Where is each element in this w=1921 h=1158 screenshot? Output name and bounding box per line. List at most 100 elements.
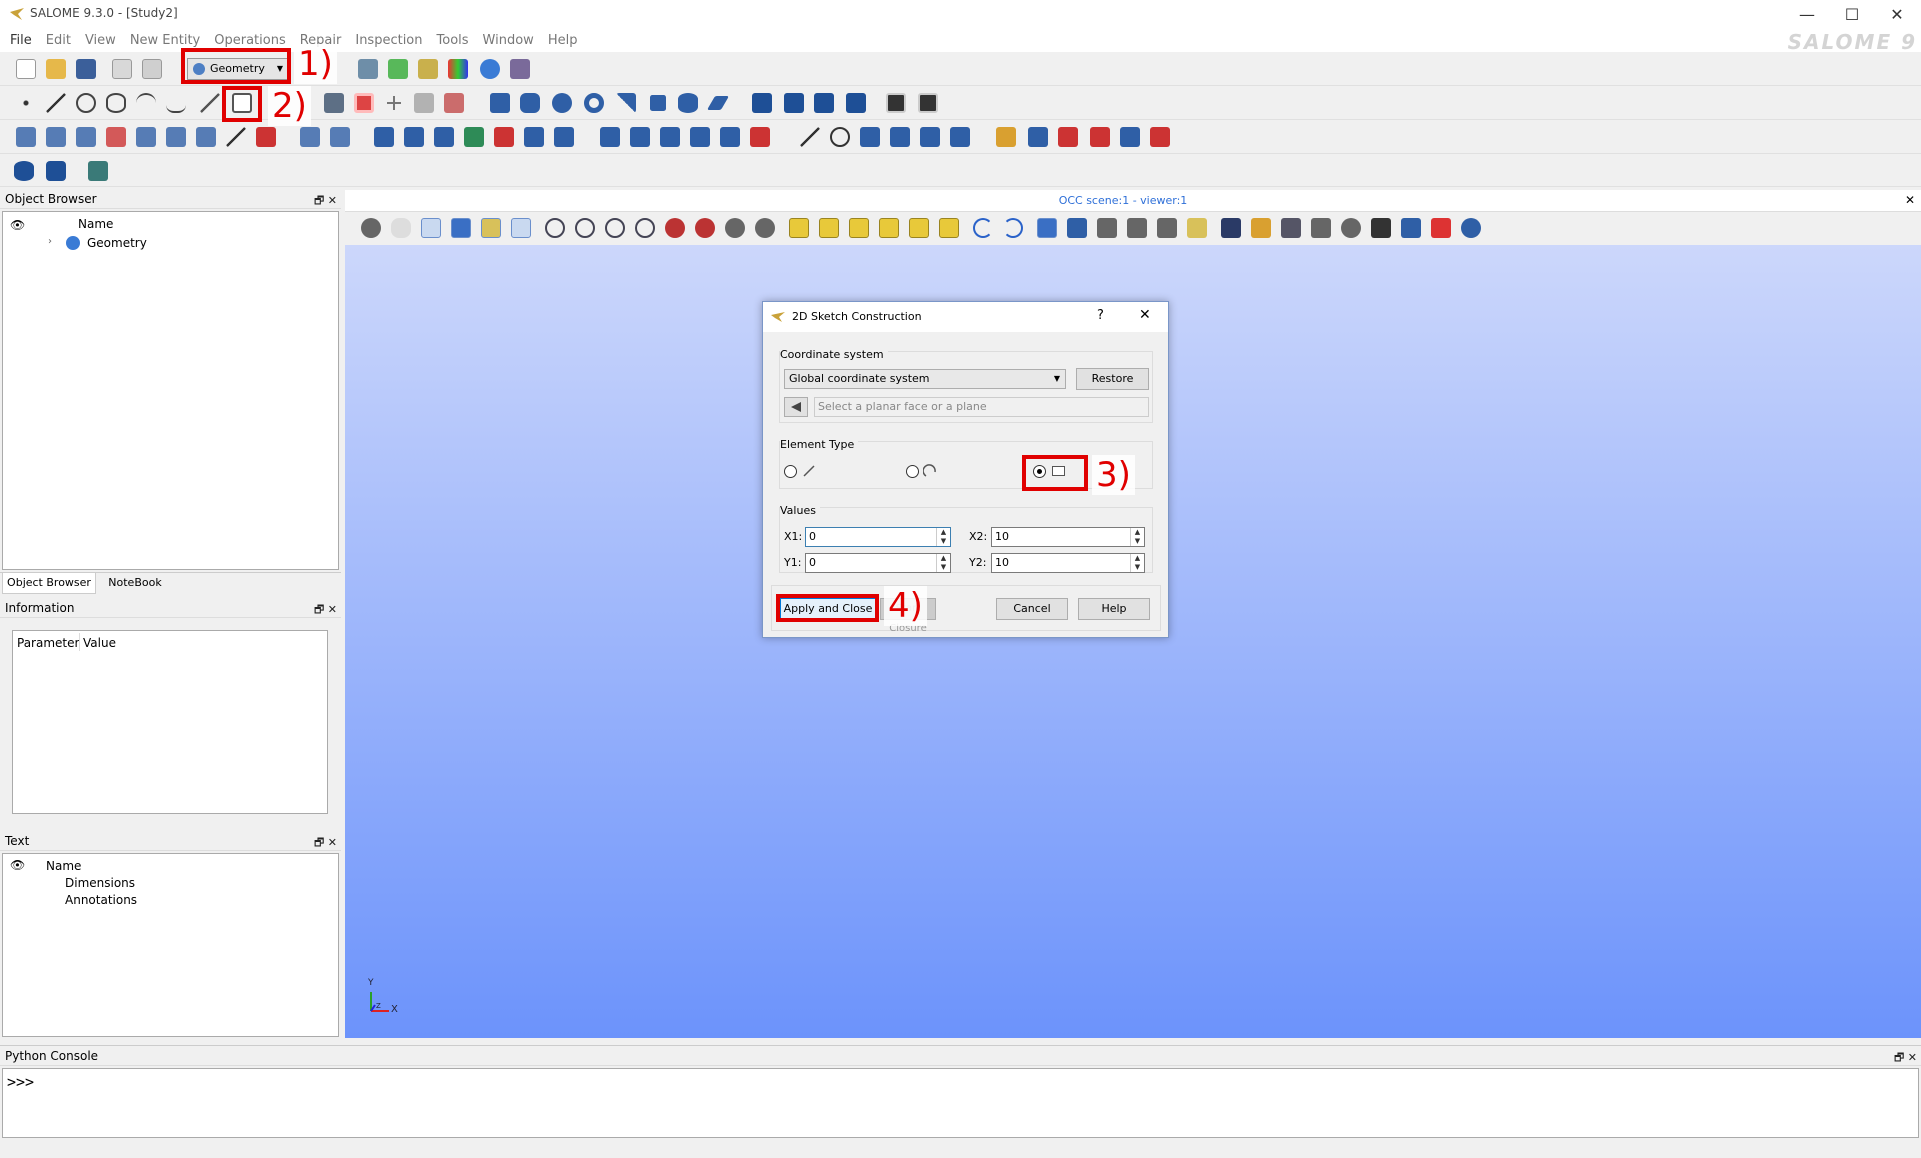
- fit-all-icon[interactable]: [545, 218, 565, 238]
- restore-button[interactable]: Restore: [1076, 368, 1149, 390]
- new-document-icon[interactable]: [16, 59, 36, 79]
- viewer-close-icon[interactable]: ✕: [1905, 193, 1915, 207]
- global-pan-icon[interactable]: [695, 218, 715, 238]
- rotate-ccw-icon[interactable]: [973, 218, 993, 238]
- pointer-select-icon[interactable]: [451, 218, 471, 238]
- disk-icon[interactable]: [678, 93, 698, 113]
- wire-build-icon[interactable]: [830, 127, 850, 147]
- front-view-icon[interactable]: [789, 218, 809, 238]
- clipping-icon[interactable]: [1127, 218, 1147, 238]
- shading-icon[interactable]: [1067, 218, 1087, 238]
- y2-input[interactable]: 10 ▲ ▼: [991, 553, 1145, 573]
- pipe-icon[interactable]: [106, 127, 126, 147]
- open-folder-icon[interactable]: [46, 59, 66, 79]
- line-icon[interactable]: [46, 93, 66, 113]
- clone-view-icon[interactable]: [1097, 218, 1117, 238]
- module-yacs-icon[interactable]: [418, 59, 438, 79]
- shape-recognition-icon[interactable]: [88, 161, 108, 181]
- cut-icon[interactable]: [814, 93, 834, 113]
- shell-build-icon[interactable]: [890, 127, 910, 147]
- paste-icon[interactable]: [142, 59, 162, 79]
- thickness-icon[interactable]: [136, 127, 156, 147]
- vector-icon[interactable]: [200, 93, 220, 113]
- tree-item-dimensions[interactable]: Dimensions: [65, 876, 135, 890]
- bottom-view-icon[interactable]: [879, 218, 899, 238]
- solid-icon[interactable]: [196, 127, 216, 147]
- measure-icon[interactable]: [996, 127, 1016, 147]
- pan-icon[interactable]: [665, 218, 685, 238]
- ellipse-icon[interactable]: [106, 93, 126, 113]
- copy-icon[interactable]: [112, 59, 132, 79]
- x2-input[interactable]: 10 ▲ ▼: [991, 527, 1145, 547]
- projection-icon[interactable]: [1281, 218, 1301, 238]
- minimize-button[interactable]: —: [1784, 0, 1830, 30]
- scaling-icon[interactable]: [1157, 218, 1177, 238]
- archimede-icon[interactable]: [374, 127, 394, 147]
- dock-float-close-icon[interactable]: 🗗 ✕: [314, 833, 337, 853]
- fillet-1d-icon[interactable]: [660, 127, 680, 147]
- sync-view-icon[interactable]: [1461, 218, 1481, 238]
- check-shape-icon[interactable]: [464, 127, 484, 147]
- filling-icon[interactable]: [76, 127, 96, 147]
- menu-window[interactable]: Window: [476, 30, 541, 52]
- module-shaper-icon[interactable]: [358, 59, 378, 79]
- visibility-eye-icon[interactable]: 👁: [10, 218, 25, 232]
- rotate-cw-icon[interactable]: [1003, 218, 1023, 238]
- reset-view-icon[interactable]: [1037, 218, 1057, 238]
- revolution-icon[interactable]: [46, 127, 66, 147]
- trihedron-icon[interactable]: [511, 218, 531, 238]
- menu-file[interactable]: File: [3, 30, 39, 52]
- edge-icon[interactable]: [800, 127, 820, 147]
- compound-icon[interactable]: [256, 127, 276, 147]
- rectangle-selection-icon[interactable]: [421, 218, 441, 238]
- background-icon[interactable]: [1431, 218, 1451, 238]
- right-view-icon[interactable]: [939, 218, 959, 238]
- sphere-icon[interactable]: [552, 93, 572, 113]
- scale-icon[interactable]: [750, 127, 770, 147]
- face-icon[interactable]: [324, 93, 344, 113]
- module-globe-icon[interactable]: [480, 59, 500, 79]
- axis-icon[interactable]: [444, 93, 464, 113]
- visibility-eye-icon[interactable]: 👁: [10, 858, 25, 872]
- explode-icon[interactable]: [300, 127, 320, 147]
- stereo-icon[interactable]: [1311, 218, 1331, 238]
- menu-tools[interactable]: Tools: [430, 30, 476, 52]
- menu-edit[interactable]: Edit: [39, 30, 78, 52]
- ambient-light-icon[interactable]: [1221, 218, 1241, 238]
- module-paravis-icon[interactable]: [448, 59, 468, 79]
- dialog-close-icon[interactable]: ✕: [1139, 307, 1151, 323]
- common-icon[interactable]: [784, 93, 804, 113]
- left-view-icon[interactable]: [909, 218, 929, 238]
- local-cs-icon[interactable]: [384, 93, 404, 113]
- close-window-button[interactable]: ✕: [1874, 0, 1920, 30]
- dump-view-icon[interactable]: [361, 218, 381, 238]
- torus-icon[interactable]: [584, 93, 604, 113]
- save-icon[interactable]: [76, 59, 96, 79]
- menu-help[interactable]: Help: [541, 30, 585, 52]
- image-icon[interactable]: [886, 93, 906, 113]
- env-texture-icon[interactable]: [1371, 218, 1391, 238]
- y2-spin-buttons[interactable]: ▲ ▼: [1130, 554, 1144, 572]
- light-source-icon[interactable]: [1401, 218, 1421, 238]
- module-job-manager-icon[interactable]: [510, 59, 530, 79]
- graduated-axes-icon[interactable]: [1187, 218, 1207, 238]
- zoom-icon[interactable]: [635, 218, 655, 238]
- axial-scale-icon[interactable]: [1251, 218, 1271, 238]
- solid-build-icon[interactable]: [920, 127, 940, 147]
- bounding-box-icon[interactable]: [1058, 127, 1078, 147]
- coordinate-system-select[interactable]: Global coordinate system ▼: [784, 369, 1066, 389]
- python-console-input[interactable]: >>>: [2, 1068, 1919, 1138]
- partition-icon[interactable]: [330, 127, 350, 147]
- get-shared-icon[interactable]: [524, 127, 544, 147]
- y1-input[interactable]: 0 ▲ ▼: [805, 553, 951, 573]
- transform-icon[interactable]: [554, 127, 574, 147]
- rectangle-icon[interactable]: [650, 95, 666, 111]
- extrusion-icon[interactable]: [16, 127, 36, 147]
- glue-faces-icon[interactable]: [434, 127, 454, 147]
- dock-float-close-icon[interactable]: 🗗 ✕: [314, 191, 337, 211]
- top-view-icon[interactable]: [849, 218, 869, 238]
- dock-float-close-icon[interactable]: 🗗 ✕: [314, 600, 337, 620]
- rotation-point-icon[interactable]: [755, 218, 775, 238]
- y1-spin-buttons[interactable]: ▲ ▼: [936, 554, 950, 572]
- fit-area-icon[interactable]: [575, 218, 595, 238]
